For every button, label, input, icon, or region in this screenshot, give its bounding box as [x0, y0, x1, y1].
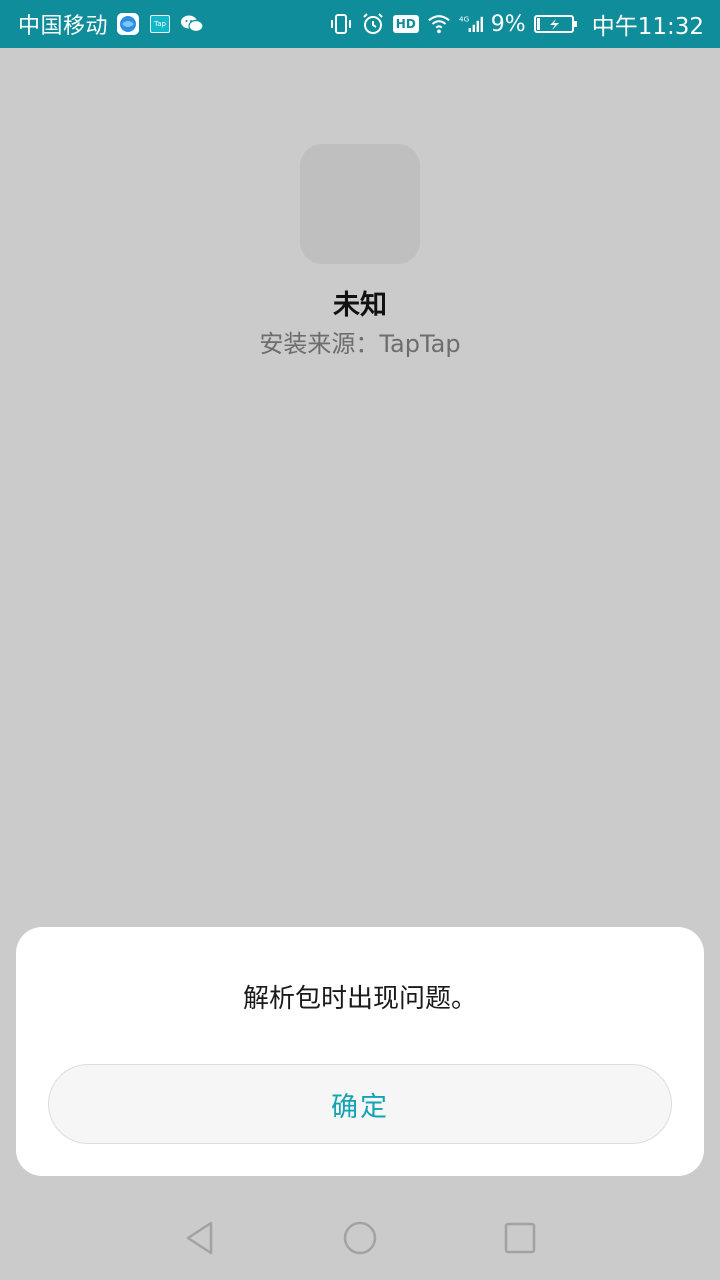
battery-charging-icon: [533, 12, 578, 36]
network-type: 4G: [459, 15, 469, 24]
wechat-icon: [180, 12, 204, 36]
recent-apps-icon[interactable]: [500, 1218, 540, 1258]
status-bar: 中国移动 Tap HD 4G 9% 中午11:32: [0, 0, 720, 48]
clock: 中午11:32: [591, 14, 704, 40]
navigation-bar: [0, 1196, 720, 1280]
alarm-icon: [361, 12, 385, 36]
taptap-badge: Tap: [150, 15, 171, 33]
app-icon-placeholder: [300, 144, 420, 264]
install-source: 安装来源：TapTap: [259, 330, 461, 358]
battery-percent: 9%: [490, 11, 526, 37]
status-right: HD 4G 9% 中午11:32: [329, 7, 704, 41]
vibrate-icon: [329, 12, 353, 36]
app-name: 未知: [333, 290, 387, 321]
back-icon[interactable]: [180, 1218, 220, 1258]
error-dialog: 解析包时出现问题。 确定: [16, 927, 704, 1176]
carrier-name: 中国移动: [18, 14, 109, 39]
home-icon[interactable]: [340, 1218, 380, 1258]
confirm-button[interactable]: 确定: [48, 1064, 672, 1144]
wifi-icon: [427, 12, 451, 36]
taptap-icon: Tap: [148, 12, 172, 36]
status-left: 中国移动 Tap: [18, 8, 204, 40]
app-globe-icon: [116, 12, 140, 36]
dialog-message: 解析包时出现问题。: [242, 984, 477, 1014]
signal-icon: 4G: [459, 12, 483, 36]
hd-icon: HD: [392, 15, 419, 33]
